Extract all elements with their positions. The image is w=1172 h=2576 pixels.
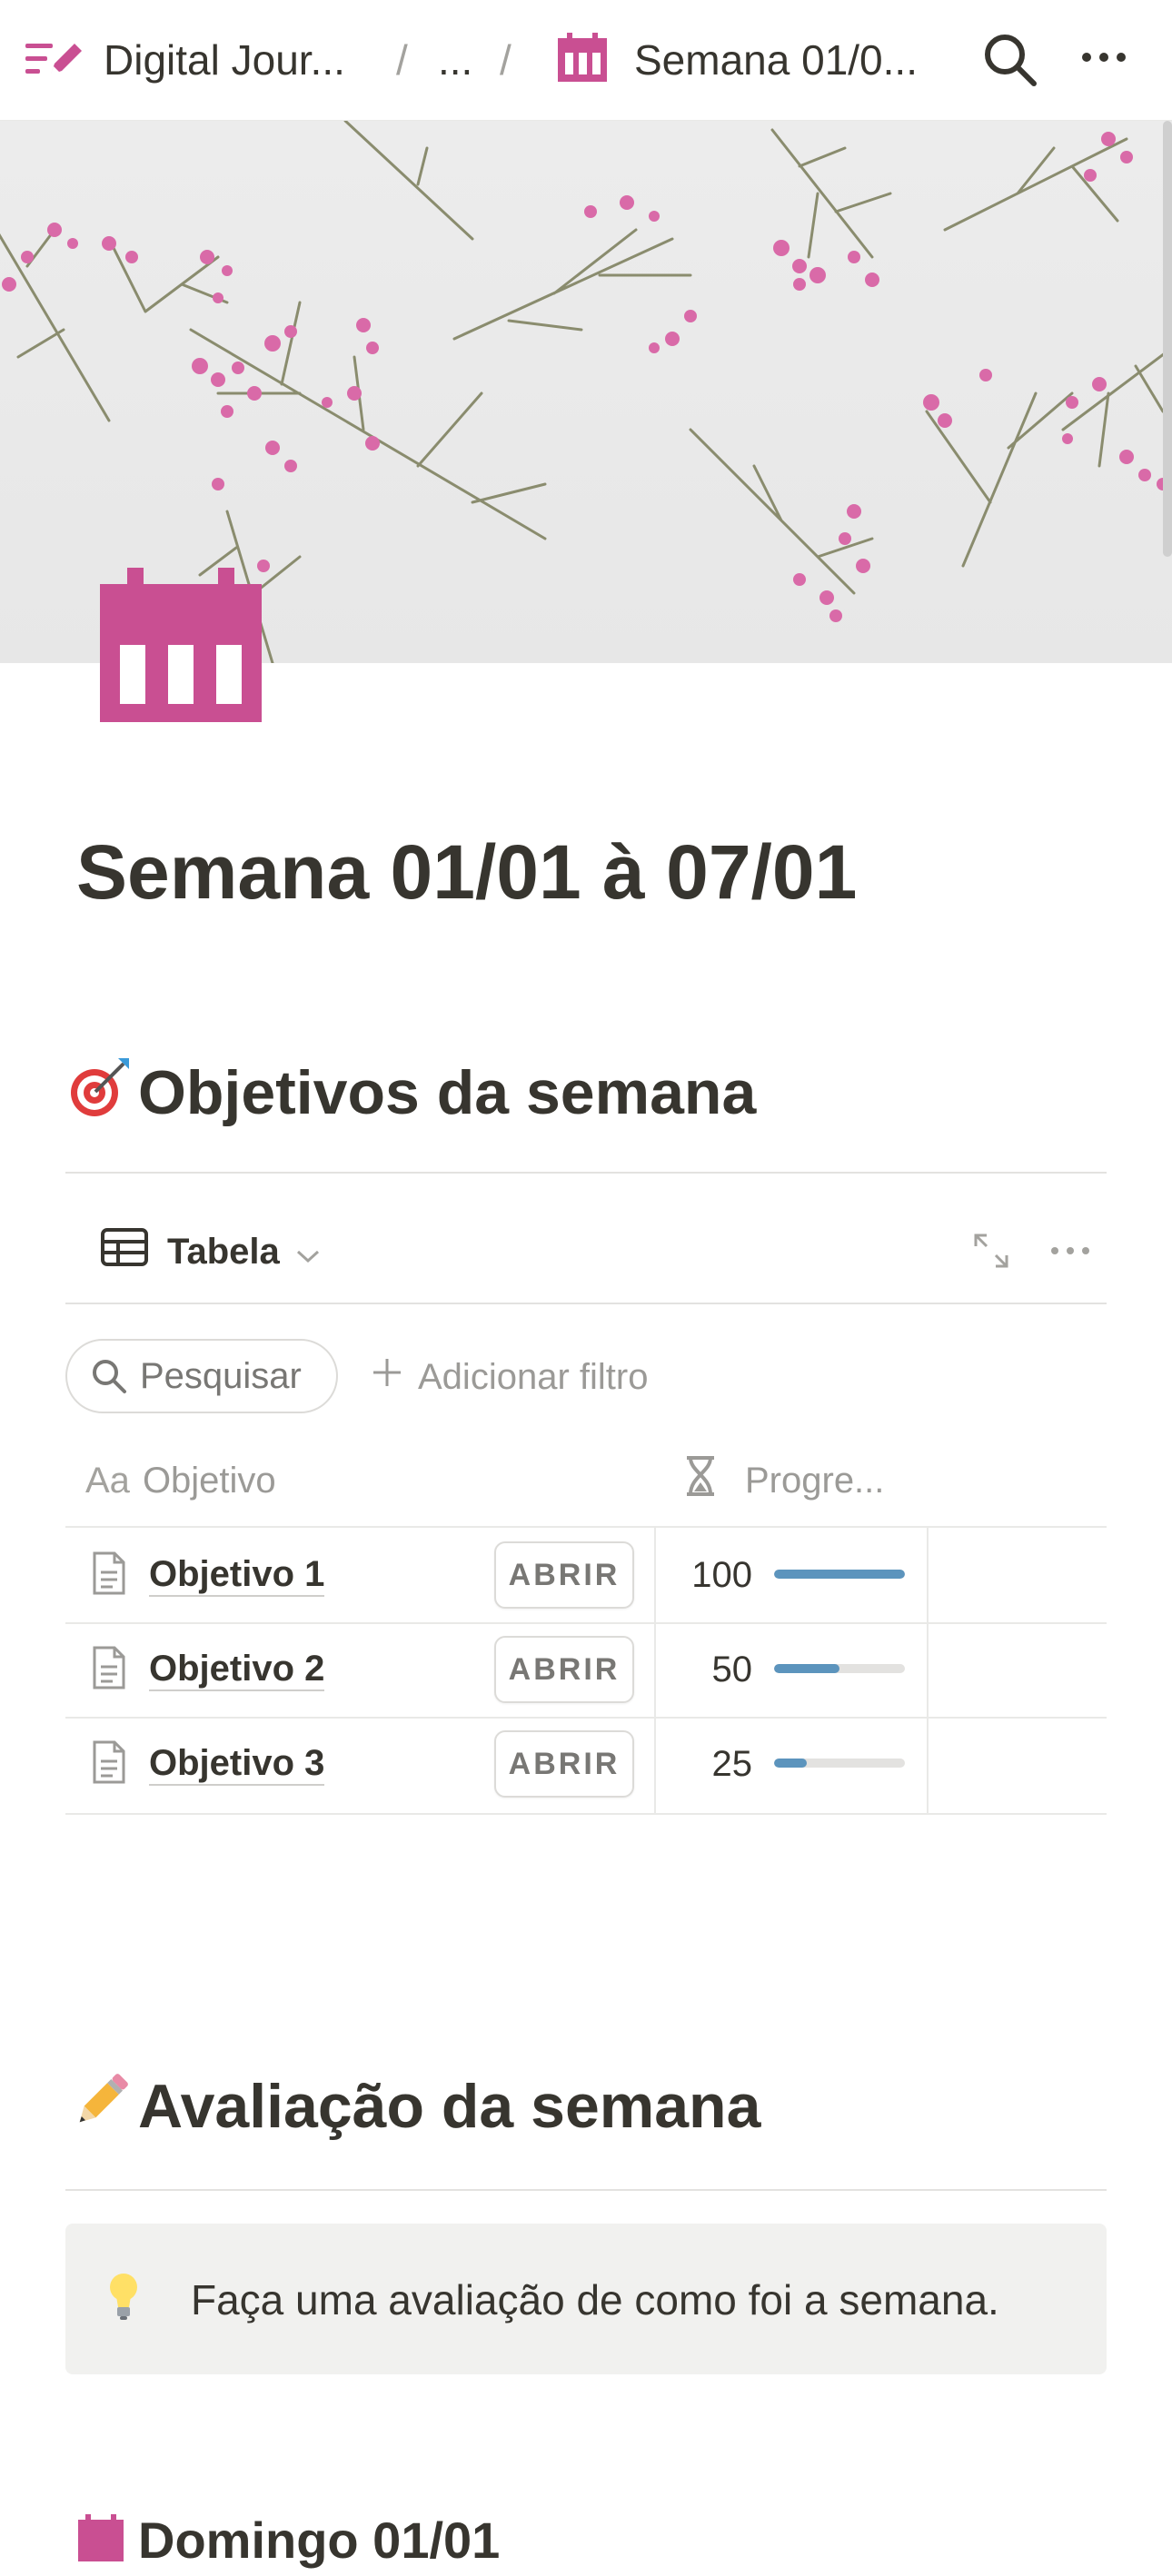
- page-title[interactable]: Semana 01/01 à 07/01: [76, 822, 857, 922]
- calendar-icon[interactable]: [556, 33, 609, 88]
- search-icon: [91, 1358, 127, 1394]
- section-heading-evaluation[interactable]: Avaliação da semana: [67, 2066, 760, 2155]
- column-divider: [927, 1528, 929, 1815]
- row-divider: [65, 1717, 1107, 1719]
- plus-icon: [371, 1356, 403, 1398]
- row-title-cell[interactable]: Objetivo 1: [91, 1548, 325, 1602]
- open-row-button[interactable]: ABRIR: [494, 1541, 634, 1609]
- section-heading-sunday[interactable]: Domingo 01/01: [76, 2509, 500, 2576]
- row-divider: [65, 1622, 1107, 1624]
- progress-bar: [774, 1759, 905, 1768]
- breadcrumb-ellipsis[interactable]: ...: [438, 33, 472, 87]
- callout-block[interactable]: Faça uma avaliação de como foi a semana.: [65, 2224, 1107, 2374]
- journal-pencil-icon[interactable]: [24, 38, 85, 86]
- toolbar-divider: [65, 1303, 1107, 1304]
- row-divider: [65, 1813, 1107, 1815]
- progress-value: 50: [711, 1650, 753, 1689]
- page-document-icon: [91, 1739, 127, 1789]
- progress-bar-fill: [774, 1570, 905, 1579]
- add-filter-button[interactable]: Adicionar filtro: [371, 1350, 648, 1404]
- table-header-divider: [65, 1526, 1107, 1528]
- breadcrumb-separator: /: [396, 36, 408, 84]
- text-type-icon: Aa: [85, 1460, 130, 1501]
- hourglass-icon: [683, 1455, 718, 1506]
- scrollbar-thumb[interactable]: [1163, 121, 1172, 557]
- search-icon[interactable]: [981, 31, 1039, 94]
- callout-text[interactable]: Faça uma avaliação de como foi a semana.: [191, 2273, 999, 2327]
- calendar-icon[interactable]: [100, 568, 262, 727]
- pencil-icon: [67, 2067, 138, 2155]
- chevron-down-icon: [296, 1232, 320, 1273]
- progress-value: 100: [691, 1555, 752, 1595]
- dart-target-icon: [67, 1055, 138, 1140]
- progress-bar-fill: [774, 1664, 839, 1673]
- more-options-icon[interactable]: [1081, 51, 1127, 68]
- top-bar: Digital Jour... / ... / Semana 01/0...: [0, 0, 1172, 122]
- table-icon: [100, 1227, 149, 1276]
- breadcrumb-workspace[interactable]: Digital Jour...: [104, 33, 345, 87]
- view-tab-table[interactable]: Tabela: [100, 1226, 320, 1277]
- section-heading-objectives[interactable]: Objetivos da semana: [67, 1052, 756, 1140]
- calendar-icon: [76, 2512, 125, 2576]
- open-row-button[interactable]: ABRIR: [494, 1636, 634, 1703]
- lightbulb-icon: [105, 2271, 142, 2326]
- search-input[interactable]: Pesquisar: [65, 1339, 338, 1413]
- row-title-cell[interactable]: Objetivo 2: [91, 1642, 325, 1697]
- expand-icon[interactable]: [972, 1232, 1010, 1274]
- column-header-objetivo[interactable]: Aa Objetivo: [85, 1453, 276, 1508]
- progress-bar: [774, 1570, 905, 1579]
- page-document-icon: [91, 1645, 127, 1695]
- column-divider: [654, 1528, 656, 1815]
- section-divider: [65, 1172, 1107, 1174]
- progress-bar-fill: [774, 1759, 807, 1768]
- breadcrumb-separator: /: [500, 36, 512, 84]
- progress-value: 25: [711, 1744, 753, 1784]
- breadcrumb-current-page[interactable]: Semana 01/0...: [634, 33, 918, 87]
- page-document-icon: [91, 1551, 127, 1600]
- table-more-options-icon[interactable]: [1050, 1244, 1090, 1261]
- section-divider: [65, 2189, 1107, 2191]
- row-title-cell[interactable]: Objetivo 3: [91, 1737, 325, 1791]
- open-row-button[interactable]: ABRIR: [494, 1730, 634, 1798]
- column-header-progresso[interactable]: Progre...: [683, 1453, 884, 1508]
- progress-bar: [774, 1664, 905, 1673]
